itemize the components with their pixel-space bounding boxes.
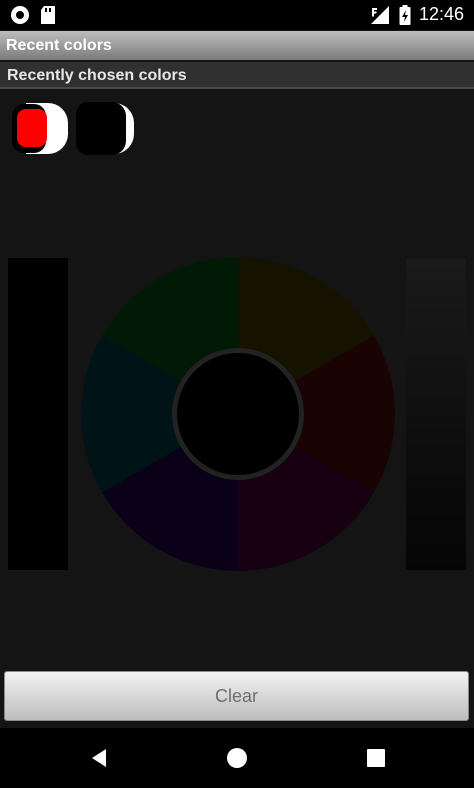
signal-icon xyxy=(370,5,389,24)
battery-icon xyxy=(399,4,411,25)
navigation-bar xyxy=(0,728,474,788)
status-time: 12:46 xyxy=(418,4,464,24)
status-bar: 12:46 xyxy=(0,0,474,30)
value-slider-left[interactable] xyxy=(8,258,68,570)
recents-icon[interactable] xyxy=(364,746,388,770)
recent-color-red-swatch[interactable] xyxy=(10,100,70,157)
status-left xyxy=(10,5,56,25)
app-title: Recent colors xyxy=(0,31,474,60)
record-icon xyxy=(11,6,29,24)
color-wheel[interactable] xyxy=(81,257,395,571)
home-icon[interactable] xyxy=(225,746,249,770)
status-right: 12:46 xyxy=(369,4,464,25)
section-header: Recently chosen colors xyxy=(0,62,474,89)
sd-card-icon xyxy=(41,6,55,24)
brightness-slider-right[interactable] xyxy=(406,258,466,570)
clear-button[interactable]: Clear xyxy=(4,671,469,721)
recent-color-black-swatch[interactable] xyxy=(76,100,136,157)
back-icon[interactable] xyxy=(88,746,112,770)
